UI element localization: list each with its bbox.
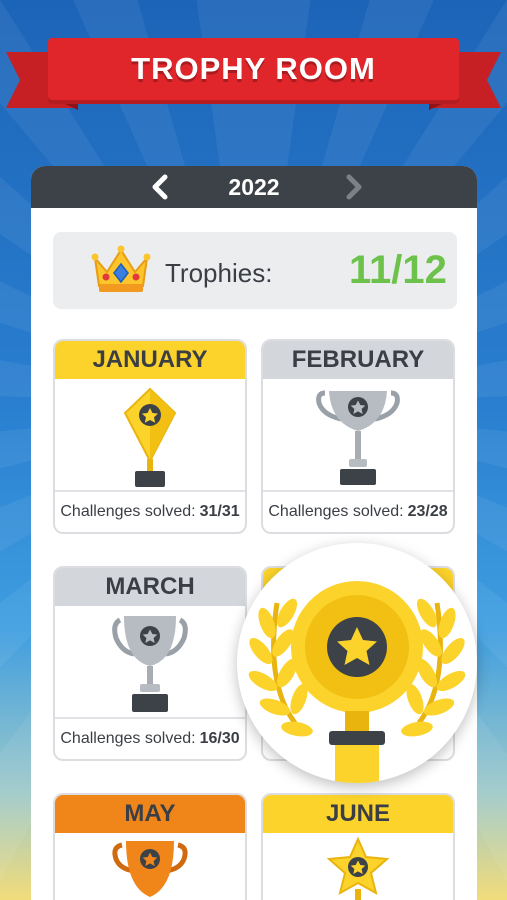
month-name: FEBRUARY: [263, 341, 453, 379]
challenges-solved: Challenges solved: 31/31: [55, 490, 245, 532]
bronze-cup-icon: [112, 841, 188, 897]
challenges-solved: Challenges solved: 16/30: [55, 717, 245, 759]
month-card-january[interactable]: JANUARY Challenges solved: 31/31: [53, 339, 247, 534]
month-name: MARCH: [55, 568, 245, 606]
month-name: JUNE: [263, 795, 453, 833]
year-label: 2022: [228, 173, 280, 200]
page-title: TROPHY ROOM: [131, 51, 376, 86]
chevron-left-icon: [152, 174, 168, 200]
gold-trophy-icon: [123, 387, 177, 487]
trophy-summary: Trophies: 11/12: [53, 232, 457, 309]
previous-year-button[interactable]: [143, 172, 177, 202]
month-card-march[interactable]: MARCH Challenges solved: 16/30: [53, 566, 247, 761]
gold-star-trophy-icon: [326, 837, 390, 900]
month-card-may[interactable]: MAY: [53, 793, 247, 900]
month-name: JANUARY: [55, 341, 245, 379]
trophy-panel: 2022 Trophies: 11/12 JANUARY Challenges …: [31, 166, 477, 900]
challenges-solved: Challenges solved: 23/28: [263, 490, 453, 532]
laurel-trophy-icon: [248, 581, 466, 783]
chevron-right-icon: [346, 174, 362, 200]
trophies-label: Trophies:: [165, 258, 273, 288]
month-name: MAY: [55, 795, 245, 833]
crown-icon: [91, 245, 151, 292]
next-year-button[interactable]: [337, 172, 371, 202]
trophies-count: 11/12: [349, 248, 447, 292]
silver-cup-icon: [316, 390, 400, 485]
year-selector: 2022: [31, 166, 477, 208]
zoomed-trophy-badge: [237, 543, 477, 783]
month-card-june[interactable]: JUNE: [261, 793, 455, 900]
silver-cup-icon: [112, 615, 188, 712]
month-card-february[interactable]: FEBRUARY Challenges solved: 23/28: [261, 339, 455, 534]
title-banner: TROPHY ROOM: [48, 38, 459, 100]
